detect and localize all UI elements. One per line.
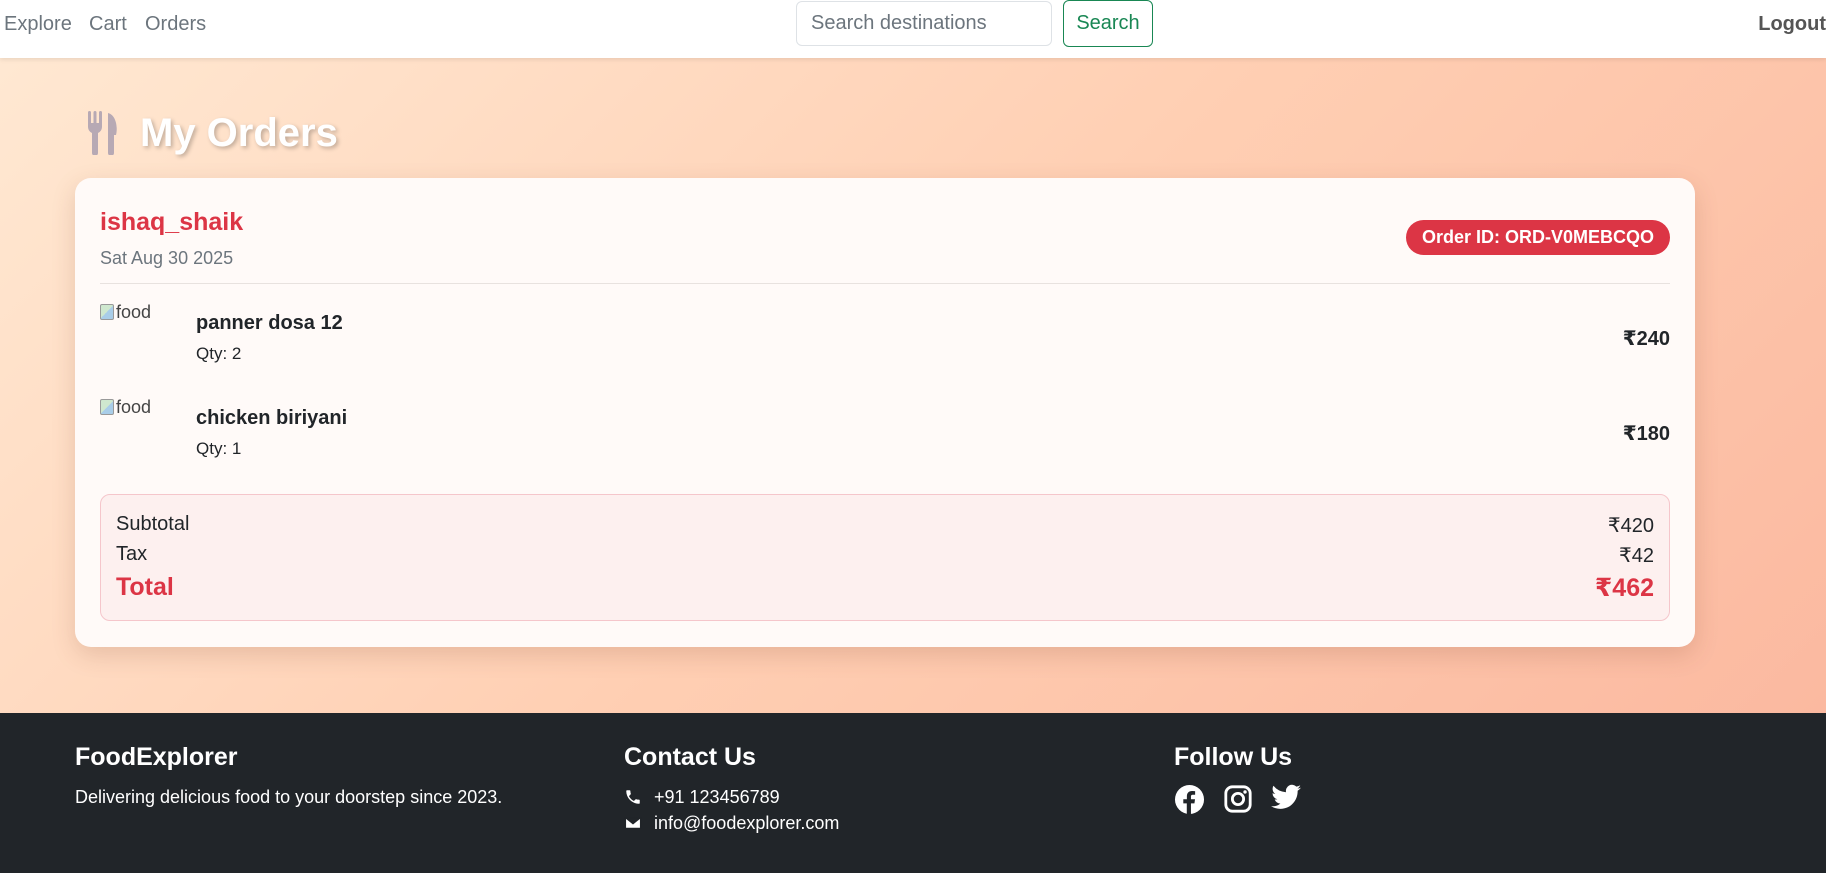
footer-follow-col: Follow Us: [1174, 743, 1302, 815]
order-item: food chicken biriyani Qty: 1 ₹180: [100, 397, 1670, 477]
item-name: chicken biriyani: [196, 407, 348, 429]
item-qty: Qty: 1: [196, 439, 242, 458]
logout-link[interactable]: Logout: [1758, 11, 1826, 37]
subtotal-label: Subtotal: [116, 513, 190, 535]
phone-icon: [626, 790, 640, 804]
facebook-icon[interactable]: [1174, 784, 1205, 815]
total-row: Total ₹462: [116, 573, 1654, 603]
contact-phone: +91 123456789: [624, 784, 839, 810]
order-id-badge: Order ID: ORD-V0MEBCQO: [1405, 220, 1670, 255]
item-price: ₹240: [1622, 328, 1670, 350]
page-title-text: My Orders: [140, 110, 338, 155]
tax-label: Tax: [116, 543, 148, 565]
order-username: ishaq_shaik: [100, 208, 244, 236]
nav-link-explore[interactable]: Explore: [4, 11, 72, 37]
search-input[interactable]: [796, 1, 1052, 46]
footer-contact-col: Contact Us +91 123456789 info@foodexplor…: [624, 743, 839, 836]
food-image: food: [100, 397, 180, 457]
contact-email: info@foodexplorer.com: [624, 810, 839, 836]
envelope-icon: [624, 817, 642, 829]
item-qty: Qty: 2: [196, 344, 242, 363]
nav-link-orders[interactable]: Orders: [145, 11, 206, 37]
page-title: My Orders: [86, 108, 338, 158]
subtotal-row: Subtotal ₹420: [116, 513, 1654, 538]
follow-title: Follow Us: [1174, 743, 1293, 771]
broken-image-icon: [100, 304, 114, 320]
footer-tagline: Delivering delicious food to your doorst…: [75, 787, 503, 807]
order-summary: Subtotal ₹420 Tax ₹42 Total ₹462: [100, 494, 1670, 621]
food-image: food: [100, 302, 180, 362]
food-image-alt: food: [116, 397, 152, 417]
tax-value: ₹42: [1619, 545, 1654, 567]
email-text[interactable]: info@foodexplorer.com: [654, 810, 839, 836]
footer-brand-col: FoodExplorer Delivering delicious food t…: [75, 743, 502, 810]
instagram-icon[interactable]: [1223, 784, 1253, 814]
tax-row: Tax ₹42: [116, 543, 1654, 568]
order-date: Sat Aug 30 2025: [100, 248, 234, 268]
social-icons: [1174, 784, 1302, 815]
twitter-icon[interactable]: [1271, 784, 1302, 812]
item-price: ₹180: [1622, 423, 1670, 445]
main-content: My Orders ishaq_shaik Sat Aug 30 2025 Or…: [0, 58, 1826, 713]
search-button[interactable]: Search: [1063, 0, 1153, 47]
footer-brand: FoodExplorer: [75, 743, 238, 771]
total-label: Total: [116, 573, 174, 601]
order-card: ishaq_shaik Sat Aug 30 2025 Order ID: OR…: [75, 178, 1695, 647]
navbar: Explore Cart Orders Search Logout: [0, 0, 1826, 58]
total-value: ₹462: [1594, 574, 1654, 602]
card-divider: [100, 283, 1670, 284]
food-image-alt: food: [116, 302, 152, 322]
item-name: panner dosa 12: [196, 312, 343, 334]
phone-text: +91 123456789: [654, 787, 780, 807]
broken-image-icon: [100, 399, 114, 415]
fork-knife-icon: [88, 111, 117, 155]
order-item: food panner dosa 12 Qty: 2 ₹240: [100, 302, 1670, 382]
subtotal-value: ₹420: [1607, 515, 1654, 537]
nav-link-cart[interactable]: Cart: [89, 11, 127, 37]
footer: FoodExplorer Delivering delicious food t…: [0, 713, 1826, 873]
contact-title: Contact Us: [624, 743, 756, 771]
